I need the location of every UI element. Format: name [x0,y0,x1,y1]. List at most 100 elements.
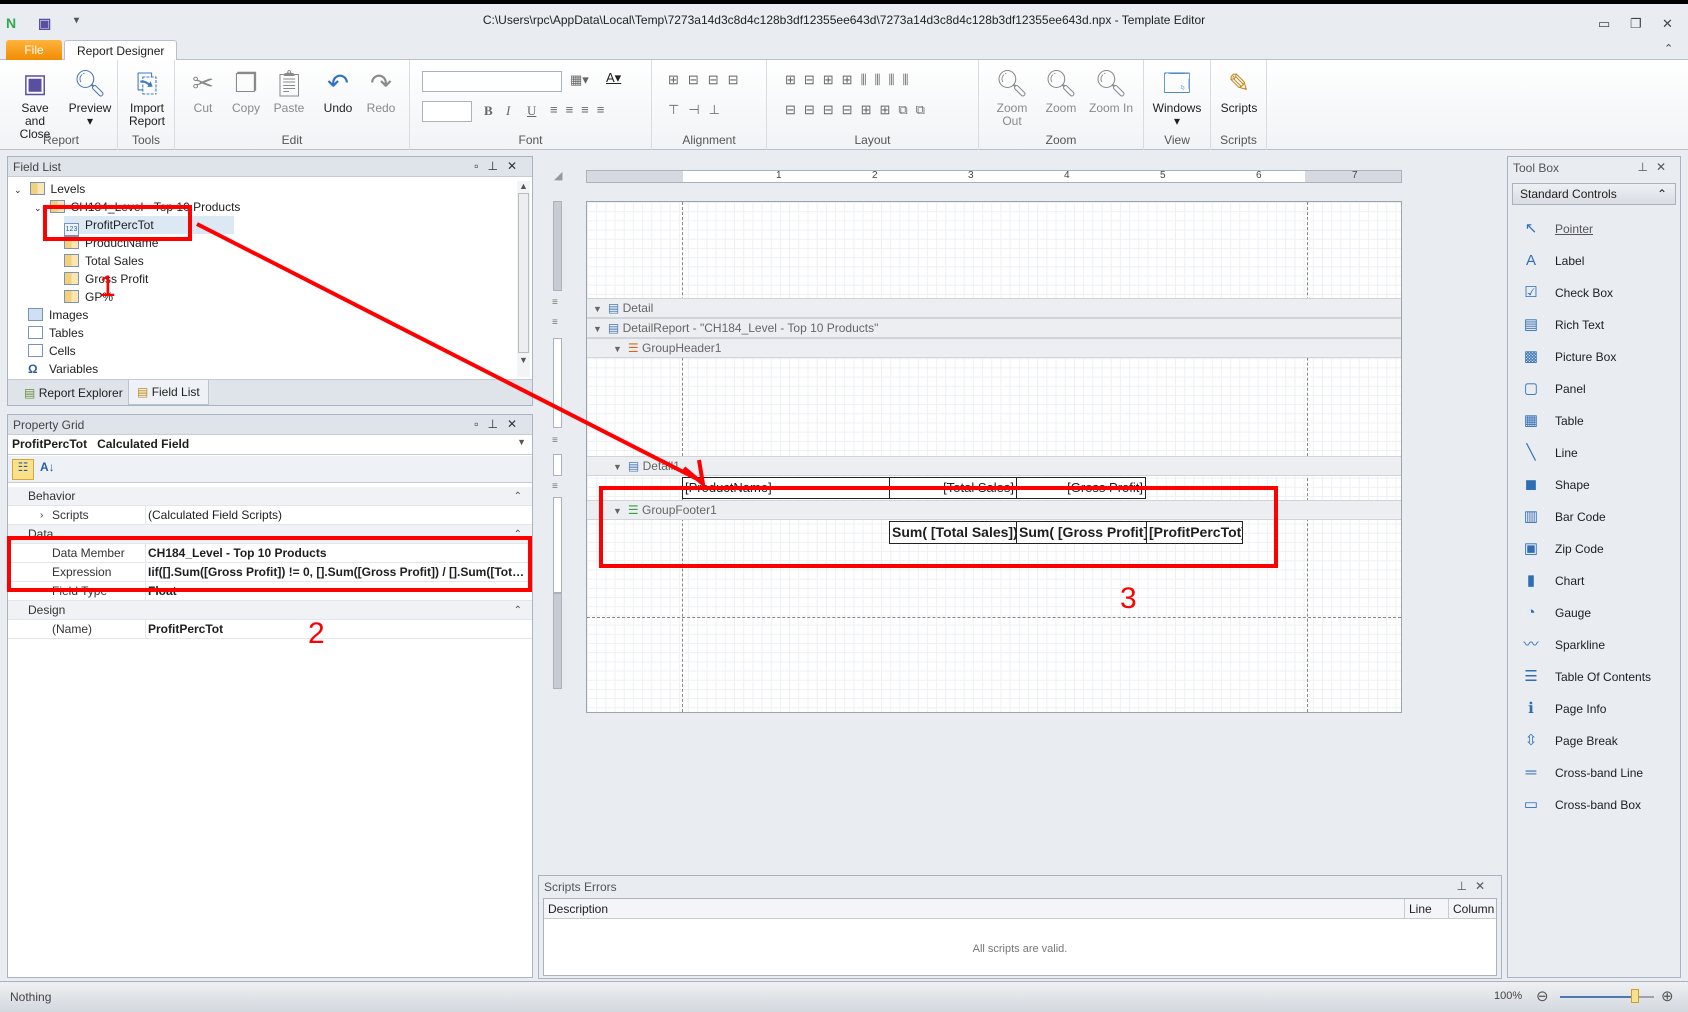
cell-total-sales[interactable]: [Total Sales] [889,477,1017,499]
panel-buttons[interactable]: ▫⊥✕ [474,417,526,431]
toolbox-item-chart[interactable]: ▮ Chart [1520,569,1584,593]
zoom-out-icon[interactable]: ⊖ [1536,987,1549,1005]
object-selector[interactable]: ProfitPercTot Calculated Field ▼ [8,435,532,455]
property-scripts[interactable]: › Scripts (Calculated Field Scripts) [8,506,532,525]
band-group-footer[interactable]: ▼ ☰ GroupFooter1 [587,500,1401,520]
layout-buttons-row2[interactable]: ⊟⊟⊟⊟⊞⊞⧉⧉ [785,102,933,118]
zoom-slider[interactable] [1560,989,1654,1003]
toolbox-item-rich-text[interactable]: ▤ Rich Text [1520,313,1604,337]
save-and-close-button[interactable]: ▣ Save and Close [10,66,60,141]
toolbox-item-cross-band-box[interactable]: ▭ Cross-band Box [1520,793,1641,817]
vertical-ruler[interactable]: ≡ ≡ ≡ ≡ [552,201,562,873]
toolbox-item-picture-box[interactable]: ▩ Picture Box [1520,345,1616,369]
toolbox-item-bar-code[interactable]: ▥ Bar Code [1520,505,1606,529]
cut-button[interactable]: ✂ Cut [183,66,223,115]
tree-item-variables[interactable]: Ω Variables [28,360,98,378]
band-group-header[interactable]: ▼ ☰ GroupHeader1 [587,338,1401,358]
zoom-out-button[interactable]: 🔍︎ Zoom Out [987,66,1037,128]
horizontal-ruler[interactable]: 1 2 3 4 5 6 7 [586,170,1402,183]
font-color-icon[interactable]: A▾ [606,70,621,86]
toolbox-item-page-break[interactable]: ⇳ Page Break [1520,729,1618,753]
toolbox-item-pointer[interactable]: ↖ Pointer [1520,217,1593,241]
panel-buttons[interactable]: ▫⊥✕ [474,159,526,173]
valign-buttons[interactable]: ⊤⊣⊥ [668,102,729,118]
copy-button[interactable]: ❐ Copy [226,66,266,115]
toolbox-item-panel[interactable]: ▢ Panel [1520,377,1586,401]
category-behavior[interactable]: Behavior ⌃ [8,487,532,506]
bold-button[interactable]: B [484,103,493,119]
field-list-scrollbar[interactable]: ▲ ▼ [517,181,530,377]
property-data-member[interactable]: Data Member CH184_Level - Top 10 Products [8,544,532,563]
band-detail-report[interactable]: ▼ ▤ DetailReport - "CH184_Level - Top 10 … [587,318,1401,338]
toolbox-item-gauge[interactable]: ◔ Gauge [1520,601,1591,625]
toolbox-item-table-of-contents[interactable]: ☰ Table Of Contents [1520,665,1651,689]
collapse-ribbon-icon[interactable]: ⌃ [1664,42,1673,55]
cell-productname[interactable]: [ProductName] [682,477,890,499]
italic-button[interactable]: I [506,103,510,119]
band-detail1[interactable]: ▼ ▤ Detail1 [587,456,1401,476]
sort-alphabetical-icon[interactable]: A↓ [40,460,55,474]
tree-item-productname[interactable]: ProductName [64,234,158,252]
column-line[interactable]: Line [1404,899,1436,918]
column-column[interactable]: Column [1448,899,1498,918]
cell-gross-profit[interactable]: [Gross Profit] [1016,477,1146,499]
tree-item-images[interactable]: Images [28,306,88,324]
tree-item-cells[interactable]: Cells [28,342,76,360]
tree-item-tables[interactable]: Tables [28,324,84,342]
category-design[interactable]: Design ⌃ [8,601,532,620]
zoom-in-icon[interactable]: ⊕ [1661,987,1674,1005]
tree-item-levels[interactable]: ⌄ Levels [14,180,85,198]
highlight-color-icon[interactable]: ▦▾ [570,72,589,88]
text-align-buttons[interactable]: ≡≡≡≡ [550,102,612,117]
standard-controls-section[interactable]: Standard Controls ⌃ [1512,183,1676,205]
tab-file[interactable]: File [6,40,62,61]
zoom-in-button[interactable]: 🔍︎ Zoom In [1087,66,1135,115]
report-page[interactable]: ▼ ▤ Detail ▼ ▤ DetailReport - "CH184_Level… [586,201,1402,713]
categorized-icon[interactable]: ☷ [12,459,34,480]
toolbox-item-sparkline[interactable]: 〰 Sparkline [1520,633,1605,657]
import-report-button[interactable]: ⎘ Import Report [122,66,172,128]
tree-item-profitperctot[interactable]: 123 ProfitPercTot [64,216,234,236]
toolbox-item-shape[interactable]: ◼ Shape [1520,473,1590,497]
cell-sum-gross-profit[interactable]: Sum( [Gross Profit]) [1016,521,1147,544]
preview-button[interactable]: 🔍︎ Preview ▾ [65,66,115,128]
toolbox-item-table[interactable]: ▦ Table [1520,409,1584,433]
paste-button[interactable]: 📋︎ Paste [269,66,309,115]
toolbox-item-cross-band-line[interactable]: ═ Cross-band Line [1520,761,1643,785]
copy-icon: ❐ [234,68,258,98]
toolbox-item-page-info[interactable]: ℹ Page Info [1520,697,1606,721]
underline-button[interactable]: U [527,103,536,119]
property-name[interactable]: (Name) ProfitPercTot [8,620,532,639]
toolbox-item-zip-code[interactable]: ▣ Zip Code [1520,537,1604,561]
category-data[interactable]: Data ⌃ [8,525,532,544]
toolbox-item-label[interactable]: A Label [1520,249,1584,273]
tab-report-explorer[interactable]: ▤ Report Explorer [18,384,129,402]
tree-item-total-sales[interactable]: Total Sales [64,252,144,270]
minimize-button[interactable]: ▭ [1598,16,1610,32]
tree-item-level[interactable]: ⌄ CH184_Level - Top 10 Products [34,198,240,216]
undo-button[interactable]: ↶ Undo [318,66,358,115]
redo-button[interactable]: ↷ Redo [361,66,401,115]
font-size-combo[interactable] [422,101,472,122]
panel-buttons[interactable]: ⊥✕ [1637,160,1674,174]
layout-buttons-row1[interactable]: ⊞⊟⊞⊞⫼⫼⫼⫼ [785,72,917,88]
tab-field-list[interactable]: ▤ Field List [128,380,209,405]
windows-button[interactable]: 🗔 Windows ▾ [1148,66,1206,128]
zoom-slider-thumb[interactable] [1631,989,1640,1003]
panel-buttons[interactable]: ⊥✕ [1456,879,1493,893]
restore-button[interactable]: ❐ [1630,16,1642,32]
cell-sum-total-sales[interactable]: Sum( [Total Sales]) [889,521,1017,544]
tab-report-designer[interactable]: Report Designer [64,40,178,61]
band-detail[interactable]: ▼ ▤ Detail [587,298,1401,318]
zoom-button[interactable]: 🔍︎ Zoom [1039,66,1083,115]
close-button[interactable]: ✕ [1662,16,1673,32]
font-name-combo[interactable] [422,71,562,92]
scripts-button[interactable]: ✎ Scripts [1215,66,1263,115]
property-field-type[interactable]: Field Type Float [8,582,532,601]
cell-profitperctot[interactable]: [ProfitPercTot] [1146,521,1243,544]
toolbox-item-check-box[interactable]: ☑ Check Box [1520,281,1613,305]
column-description[interactable]: Description [548,902,608,916]
toolbox-item-line[interactable]: ╲ Line [1520,441,1577,465]
property-expression[interactable]: Expression Iif([].Sum([Gross Profit]) != … [8,563,532,582]
align-buttons[interactable]: ⊞⊟⊟⊟ [668,72,748,88]
